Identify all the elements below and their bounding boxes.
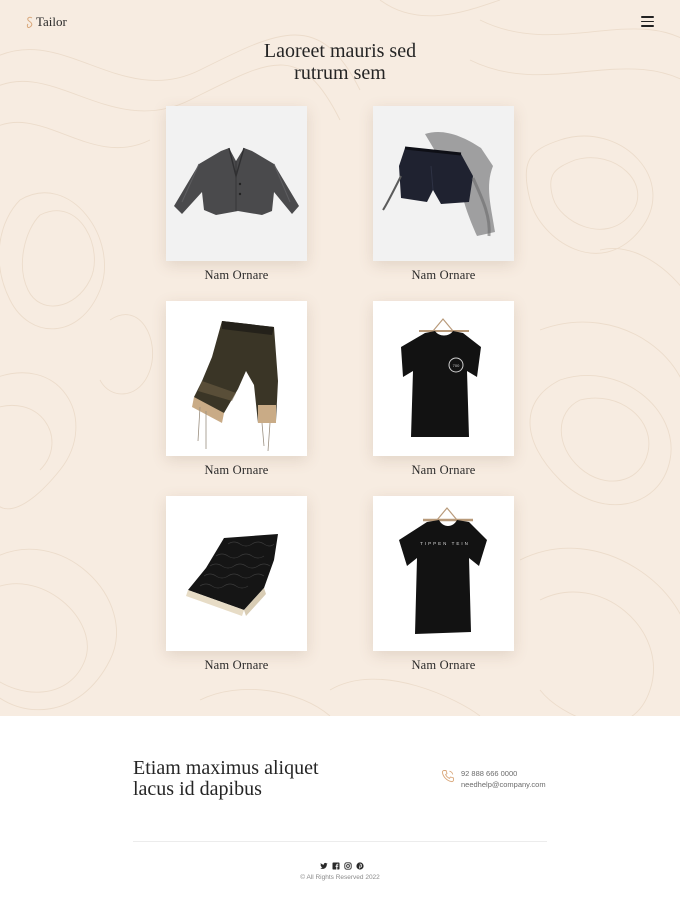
product-label[interactable]: Nam Ornare xyxy=(166,268,307,283)
product-label[interactable]: Nam Ornare xyxy=(373,268,514,283)
product-card[interactable]: Nam Ornare xyxy=(166,496,307,673)
product-image-blazer[interactable] xyxy=(166,106,307,261)
svg-text:700: 700 xyxy=(453,363,460,368)
brand-logo[interactable]: Tailor xyxy=(26,14,67,30)
svg-text:TIPPEN TEIN: TIPPEN TEIN xyxy=(420,541,470,546)
product-card[interactable]: Nam Ornare xyxy=(373,106,514,283)
product-card[interactable]: Nam Ornare xyxy=(166,106,307,283)
product-card[interactable]: 700 Nam Ornare xyxy=(373,301,514,478)
pinterest-icon[interactable] xyxy=(356,862,364,870)
topographic-background xyxy=(0,0,680,716)
page-title: Laoreet mauris sed rutrum sem xyxy=(263,40,417,84)
brand-name: Tailor xyxy=(36,14,67,29)
product-image-tshirt[interactable]: TIPPEN TEIN xyxy=(373,496,514,651)
product-label[interactable]: Nam Ornare xyxy=(373,463,514,478)
instagram-icon[interactable] xyxy=(344,862,352,870)
phone-number[interactable]: 92 888 666 0000 xyxy=(461,768,546,779)
product-label[interactable]: Nam Ornare xyxy=(166,658,307,673)
phone-icon xyxy=(441,770,454,783)
footer-divider xyxy=(133,841,547,842)
product-image-trousers[interactable] xyxy=(166,301,307,456)
product-image-knit[interactable] xyxy=(166,496,307,651)
copyright-text: © All Rights Reserved 2022 xyxy=(300,874,380,881)
facebook-icon[interactable] xyxy=(332,862,340,870)
social-links xyxy=(320,862,364,870)
product-image-tshirt[interactable]: 700 xyxy=(373,301,514,456)
hamburger-menu-icon[interactable] xyxy=(641,16,654,27)
product-card[interactable]: Nam Ornare xyxy=(166,301,307,478)
twitter-icon[interactable] xyxy=(320,862,328,870)
product-card[interactable]: TIPPEN TEIN Nam Ornare xyxy=(373,496,514,673)
thread-logo-icon xyxy=(26,16,33,28)
email-link[interactable]: needhelp@company.com xyxy=(461,779,546,790)
product-label[interactable]: Nam Ornare xyxy=(166,463,307,478)
product-image-shorts[interactable] xyxy=(373,106,514,261)
footer-heading: Etiam maximus aliquet lacus id dapibus xyxy=(133,757,319,800)
product-label[interactable]: Nam Ornare xyxy=(373,658,514,673)
hero-section: Tailor Laoreet mauris sed rutrum sem Nam… xyxy=(0,0,680,716)
contact-info: 92 888 666 0000 needhelp@company.com xyxy=(441,768,546,790)
